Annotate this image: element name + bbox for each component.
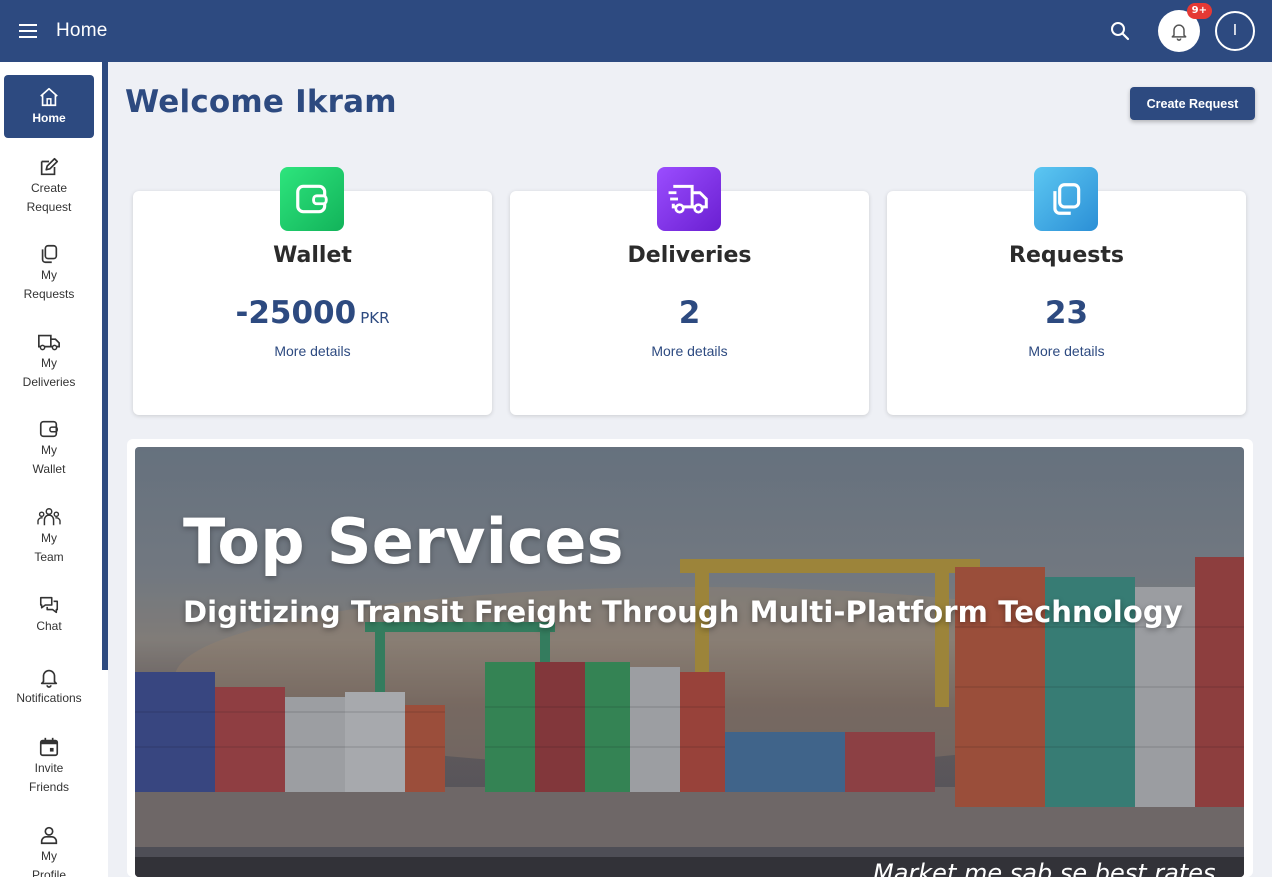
team-icon [37, 508, 61, 526]
bell-icon [40, 669, 58, 688]
sidebar-item-my-deliveries[interactable]: My Deliveries [4, 331, 94, 392]
home-icon [40, 87, 58, 106]
sidebar-item-label: My [41, 849, 57, 863]
top-app-bar: Home 9+ I [0, 0, 1272, 62]
sidebar-item-label: Friends [28, 780, 69, 794]
more-details-link[interactable]: More details [510, 343, 869, 359]
more-details-link[interactable]: More details [133, 343, 492, 359]
sidebar-item-label: Team [34, 550, 64, 564]
truck-icon [38, 334, 60, 351]
sidebar-item-create-request[interactable]: Create Request [4, 156, 94, 217]
avatar[interactable]: I [1215, 11, 1255, 51]
sidebar-item-my-profile[interactable]: My Profile [4, 824, 94, 877]
card-title: Deliveries [627, 243, 752, 268]
card-value: 23 [1044, 295, 1089, 331]
sidebar-item-notifications[interactable]: Notifications [4, 666, 94, 708]
search-button[interactable] [1100, 11, 1140, 51]
notification-badge: 9+ [1186, 3, 1212, 19]
wallet-currency: PKR [360, 309, 390, 327]
sidebar-item-label: Requests [23, 287, 75, 301]
deliveries-card[interactable]: Deliveries 2 More details [510, 167, 869, 415]
card-value: 2 [678, 295, 701, 331]
edit-icon [40, 157, 59, 176]
bell-icon [1171, 24, 1187, 41]
deliveries-card-icon [657, 167, 721, 231]
user-icon [40, 826, 58, 845]
create-request-button[interactable]: Create Request [1130, 87, 1255, 120]
sidebar-item-chat[interactable]: Chat [4, 594, 94, 636]
notifications-button[interactable]: 9+ [1158, 3, 1212, 52]
menu-icon [19, 24, 37, 38]
wallet-card-icon [280, 167, 344, 231]
sidebar-item-label: Wallet [32, 462, 66, 476]
card-title: Wallet [273, 243, 352, 268]
card-title: Requests [1009, 243, 1124, 268]
wallet-card[interactable]: Wallet -25000 PKR More details [133, 167, 492, 415]
sidebar-item-label: My [41, 268, 57, 282]
top-services-banner: Top Services Digitizing Transit Freight … [135, 447, 1244, 877]
truck-icon [668, 184, 708, 214]
page-title: Home [56, 20, 108, 41]
sidebar-item-my-wallet[interactable]: My Wallet [4, 418, 94, 479]
sidebar-item-label: Home [32, 110, 66, 125]
wallet-icon [296, 184, 328, 214]
banner-footer-text: Market me sab se best rates [873, 859, 1216, 877]
banner-container: Top Services Digitizing Transit Freight … [127, 439, 1253, 877]
main-content: Welcome Ikram Create Request Wallet -250… [108, 62, 1272, 877]
sidebar-item-label: My [41, 443, 57, 457]
search-icon [1111, 22, 1130, 41]
calendar-icon [39, 737, 59, 757]
sidebar-item-label: Request [26, 200, 72, 214]
sidebar-item-label: Create [30, 181, 68, 195]
sidebar-item-invite-friends[interactable]: Invite Friends [4, 736, 94, 797]
sidebar-item-label: My [41, 356, 57, 370]
wallet-icon [39, 420, 58, 438]
sidebar-item-label: Invite [34, 761, 64, 775]
banner-subtitle: Digitizing Transit Freight Through Multi… [183, 595, 1183, 629]
copy-icon [1053, 183, 1081, 215]
sidebar-item-my-team[interactable]: My Team [4, 506, 94, 567]
more-details-link[interactable]: More details [887, 343, 1246, 359]
sidebar-item-label: Notifications [16, 691, 82, 705]
requests-card-icon [1034, 167, 1098, 231]
copy-icon [41, 244, 58, 264]
sidebar: Home Create Request My Requests My Deliv… [0, 62, 108, 877]
chat-icon [39, 596, 59, 614]
menu-button[interactable] [0, 0, 56, 62]
banner-title: Top Services [183, 505, 624, 578]
sidebar-item-label: Chat [36, 619, 62, 633]
card-value: -25000 PKR [133, 295, 492, 331]
requests-card[interactable]: Requests 23 More details [887, 167, 1246, 415]
sidebar-item-my-requests[interactable]: My Requests [4, 243, 94, 304]
sidebar-item-label: Profile [31, 868, 66, 877]
sidebar-item-label: My [41, 531, 57, 545]
sidebar-item-home[interactable]: Home [4, 75, 94, 138]
welcome-heading: Welcome Ikram [125, 84, 397, 120]
wallet-amount: -25000 [235, 295, 357, 331]
sidebar-item-label: Deliveries [22, 375, 76, 389]
